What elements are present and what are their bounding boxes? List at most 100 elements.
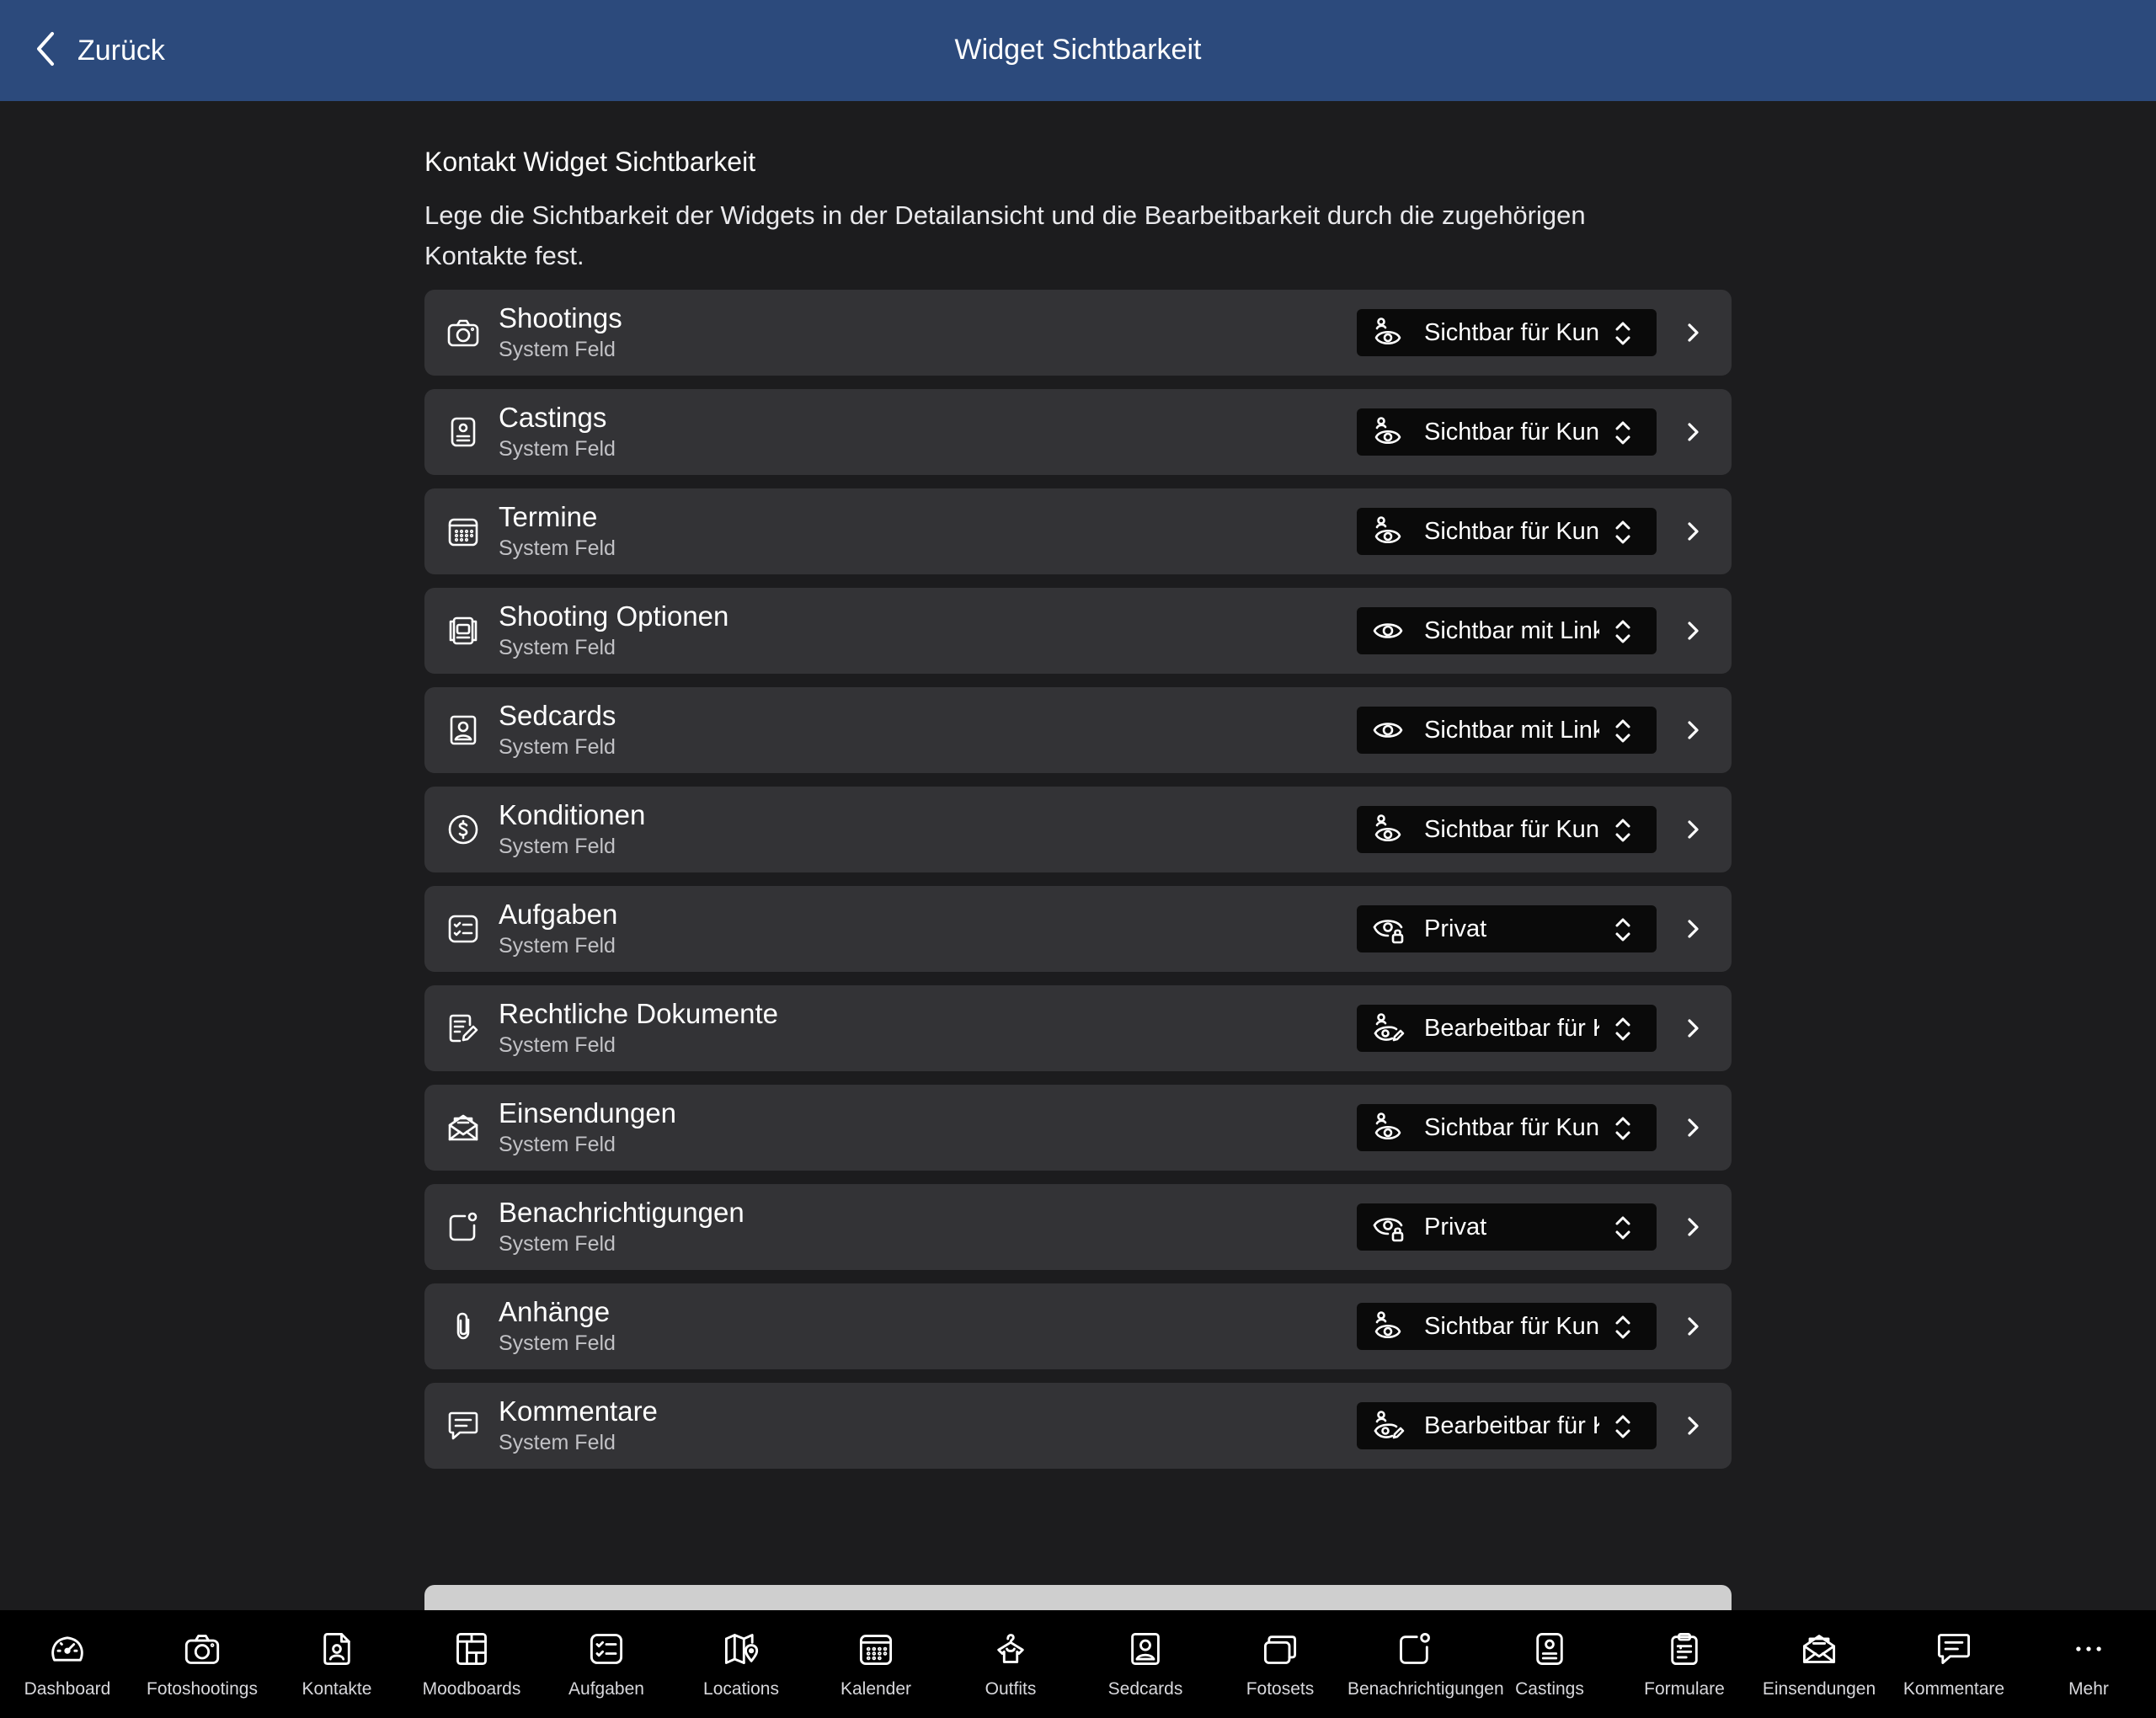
- widget-subtitle: System Feld: [499, 1133, 616, 1156]
- widget-title: Aufgaben: [499, 899, 618, 930]
- chevron-right-icon: [1684, 915, 1703, 943]
- widget-title: Konditionen: [499, 799, 646, 830]
- photo-stack-icon: [1262, 1630, 1299, 1667]
- widget-row[interactable]: Kommentare System Feld Bearbeitbar für Kun…: [424, 1383, 1732, 1469]
- comment-icon: [1935, 1630, 1972, 1667]
- tab-label: Benachrichtigungen: [1348, 1679, 1504, 1699]
- more-dots-icon: [2070, 1630, 2107, 1667]
- camera-icon: [184, 1630, 221, 1667]
- widget-row[interactable]: Benachrichtigungen System Feld Privat: [424, 1184, 1732, 1270]
- widget-title: Castings: [499, 402, 607, 433]
- tab-mehr[interactable]: Mehr: [2021, 1610, 2156, 1718]
- widget-title: Shootings: [499, 302, 622, 333]
- visibility-value: Bearbeitbar für Kunden: [1424, 1412, 1599, 1439]
- tab-castings[interactable]: Castings: [1482, 1610, 1617, 1718]
- widget-row[interactable]: Aufgaben System Feld Privat: [424, 886, 1732, 972]
- tab-benachrichtigungen[interactable]: Benachrichtigungen: [1348, 1610, 1504, 1718]
- visibility-select[interactable]: Bearbeitbar für Kunden: [1357, 1402, 1657, 1449]
- tab-kommentare[interactable]: Kommentare: [1886, 1610, 2021, 1718]
- widget-subtitle: System Feld: [499, 636, 616, 659]
- visibility-value: Sichtbar mit Link: [1424, 717, 1599, 744]
- tab-kontakte[interactable]: Kontakte: [270, 1610, 404, 1718]
- widget-subtitle: System Feld: [499, 735, 616, 759]
- widget-row[interactable]: Sedcards System Feld Sichtbar mit Link: [424, 687, 1732, 773]
- widget-title: Benachrichtigungen: [499, 1197, 744, 1228]
- tab-einsendungen[interactable]: Einsendungen: [1752, 1610, 1886, 1718]
- widget-subtitle: System Feld: [499, 1431, 616, 1454]
- visibility-select[interactable]: Privat: [1357, 905, 1657, 952]
- camera-icon: [446, 316, 480, 349]
- visibility-value: Sichtbar für Kunden: [1424, 419, 1599, 446]
- visibility-select[interactable]: Sichtbar für Kunden: [1357, 309, 1657, 356]
- tab-label: Kommentare: [1903, 1679, 2005, 1699]
- visibility-value: Bearbeitbar für Kunden: [1424, 1015, 1599, 1042]
- chevron-right-icon: [1684, 1113, 1703, 1142]
- notification-icon: [446, 1210, 480, 1244]
- widget-subtitle: System Feld: [499, 1232, 616, 1256]
- people-eye-icon: [1370, 1310, 1406, 1343]
- tab-sedcards[interactable]: Sedcards: [1078, 1610, 1213, 1718]
- visibility-select[interactable]: Sichtbar für Kunden: [1357, 408, 1657, 456]
- visibility-select[interactable]: Sichtbar für Kunden: [1357, 508, 1657, 555]
- visibility-value: Sichtbar für Kunden: [1424, 1313, 1599, 1340]
- tab-label: Locations: [703, 1679, 779, 1699]
- hanger-icon: [992, 1630, 1029, 1667]
- page-title: Widget Sichtbarkeit: [954, 34, 1202, 66]
- widget-row[interactable]: Shootings System Feld Sichtbar für Kunden: [424, 290, 1732, 376]
- widget-title: Kommentare: [499, 1395, 658, 1427]
- chevron-up-down-icon: [1612, 717, 1634, 745]
- visibility-select[interactable]: Sichtbar für Kunden: [1357, 806, 1657, 853]
- visibility-select[interactable]: Sichtbar für Kunden: [1357, 1303, 1657, 1350]
- eye-lock-icon: [1370, 912, 1406, 946]
- visibility-select[interactable]: Sichtbar mit Link: [1357, 607, 1657, 654]
- chevron-up-down-icon: [1612, 319, 1634, 348]
- tab-kalender[interactable]: Kalender: [808, 1610, 943, 1718]
- checklist-icon: [446, 912, 480, 946]
- chevron-up-down-icon: [1612, 816, 1634, 845]
- widget-subtitle: System Feld: [499, 536, 616, 560]
- sedcard-icon: [1127, 1630, 1164, 1667]
- chevron-up-down-icon: [1612, 1313, 1634, 1342]
- people-eye-icon: [1370, 813, 1406, 846]
- chevron-right-icon: [1684, 418, 1703, 446]
- chevron-right-icon: [1684, 616, 1703, 645]
- widget-row[interactable]: Einsendungen System Feld Sichtbar für Kund…: [424, 1085, 1732, 1171]
- chevron-right-icon: [1684, 815, 1703, 844]
- widget-title: Anhänge: [499, 1296, 611, 1327]
- tab-fotosets[interactable]: Fotosets: [1213, 1610, 1348, 1718]
- section-description: Lege die Sichtbarkeit der Widgets in der…: [424, 200, 1586, 270]
- visibility-select[interactable]: Sichtbar für Kunden: [1357, 1104, 1657, 1151]
- visibility-value: Sichtbar für Kunden: [1424, 518, 1599, 545]
- dashboard-gauge-icon: [49, 1630, 86, 1667]
- visibility-select[interactable]: Privat: [1357, 1203, 1657, 1251]
- visibility-value: Privat: [1424, 915, 1487, 942]
- tab-label: Formulare: [1644, 1679, 1725, 1699]
- clipboard-form-icon: [1666, 1630, 1703, 1667]
- visibility-select[interactable]: Sichtbar mit Link: [1357, 707, 1657, 754]
- checklist-icon: [588, 1630, 625, 1667]
- tab-aufgaben[interactable]: Aufgaben: [539, 1610, 674, 1718]
- tab-moodboards[interactable]: Moodboards: [404, 1610, 539, 1718]
- tab-locations[interactable]: Locations: [674, 1610, 808, 1718]
- tab-formulare[interactable]: Formulare: [1617, 1610, 1752, 1718]
- widget-row[interactable]: Rechtliche Dokumente System Feld Bearbeitb…: [424, 985, 1732, 1071]
- chevron-right-icon: [1684, 716, 1703, 744]
- tab-outfits[interactable]: Outfits: [943, 1610, 1078, 1718]
- people-edit-icon: [1370, 1409, 1406, 1443]
- tab-label: Castings: [1515, 1679, 1584, 1699]
- widget-row[interactable]: Konditionen System Feld Sichtbar für Kunde…: [424, 787, 1732, 872]
- people-eye-icon: [1370, 515, 1406, 548]
- widget-row[interactable]: Termine System Feld Sichtbar für Kunden: [424, 488, 1732, 574]
- people-eye-icon: [1370, 316, 1406, 349]
- widget-subtitle: System Feld: [499, 1033, 616, 1057]
- visibility-select[interactable]: Bearbeitbar für Kunden: [1357, 1005, 1657, 1052]
- chevron-up-down-icon: [1612, 1015, 1634, 1043]
- tab-dashboard[interactable]: Dashboard: [0, 1610, 135, 1718]
- tab-fotoshootings[interactable]: Fotoshootings: [135, 1610, 270, 1718]
- tab-label: Einsendungen: [1762, 1679, 1876, 1699]
- widget-subtitle: System Feld: [499, 437, 616, 461]
- widget-row[interactable]: Castings System Feld Sichtbar für Kunden: [424, 389, 1732, 475]
- widget-row[interactable]: Anhänge System Feld Sichtbar für Kunden: [424, 1283, 1732, 1369]
- eye-icon: [1370, 614, 1406, 648]
- widget-row[interactable]: Shooting Optionen System Feld Sichtbar mit…: [424, 588, 1732, 674]
